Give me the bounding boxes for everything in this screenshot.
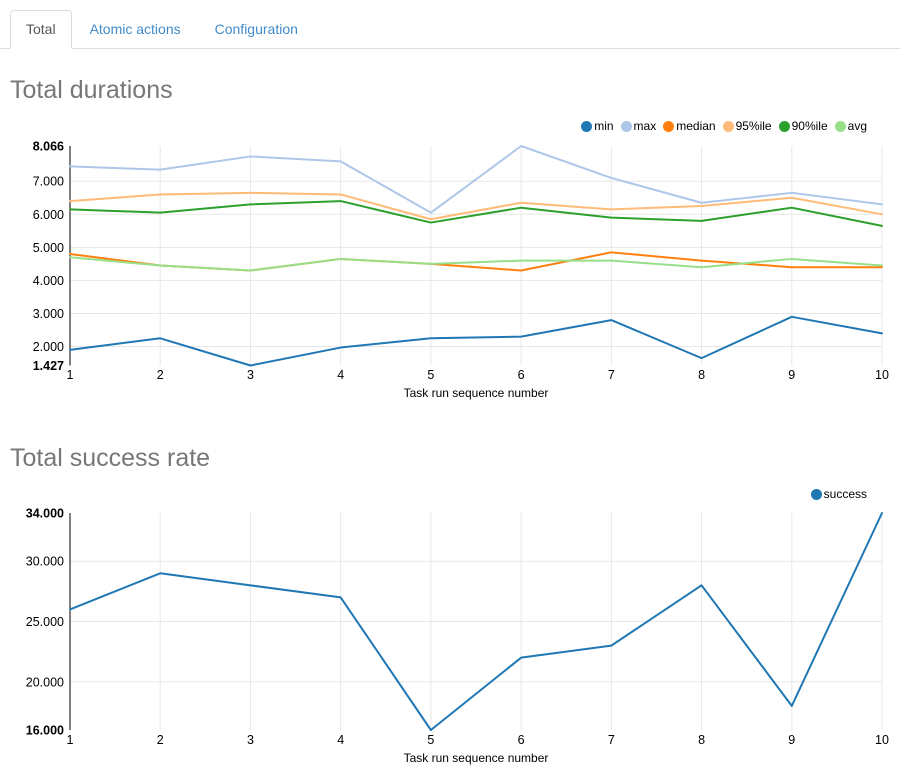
- svg-text:6: 6: [518, 733, 525, 747]
- svg-text:8.066: 8.066: [33, 140, 64, 154]
- svg-text:3.000: 3.000: [33, 307, 64, 321]
- legend-item-label: median: [676, 119, 715, 133]
- legend-item-median[interactable]: median: [663, 119, 715, 133]
- legend-item-label: 90%ile: [792, 119, 828, 133]
- legend-item-label: max: [634, 119, 657, 133]
- durations-chart[interactable]: 8.066 7.000 6.000 5.000 4.000 3.000 2.000 1.427…: [0, 135, 900, 407]
- legend-item-min[interactable]: min: [581, 119, 613, 133]
- svg-text:7: 7: [608, 733, 615, 747]
- y-axis-labels: 34.000 30.000 25.000 20.000 16.000: [26, 507, 64, 738]
- svg-text:9: 9: [788, 733, 795, 747]
- svg-text:8: 8: [698, 733, 705, 747]
- series-line-min: [70, 317, 882, 366]
- legend-dot-icon: [621, 121, 632, 132]
- legend-item-90ile[interactable]: 90%ile: [779, 119, 828, 133]
- legend-item-label: success: [824, 487, 867, 501]
- svg-text:9: 9: [788, 368, 795, 382]
- x-axis-labels: 1 2 3 4 5 6 7 8 9 10: [67, 733, 889, 747]
- durations-legend: min max median 95%ile 90%ile avg: [0, 117, 867, 135]
- legend-dot-icon: [663, 121, 674, 132]
- x-axis-title: Task run sequence number: [404, 386, 549, 400]
- svg-text:16.000: 16.000: [26, 724, 64, 738]
- legend-dot-icon: [723, 121, 734, 132]
- legend-item-label: min: [594, 119, 613, 133]
- svg-text:25.000: 25.000: [26, 615, 64, 629]
- svg-text:10: 10: [875, 368, 889, 382]
- svg-text:34.000: 34.000: [26, 507, 64, 521]
- legend-item-avg[interactable]: avg: [835, 119, 867, 133]
- legend-item-95ile[interactable]: 95%ile: [723, 119, 772, 133]
- svg-text:5: 5: [427, 733, 434, 747]
- svg-text:2: 2: [157, 733, 164, 747]
- svg-text:1.427: 1.427: [33, 359, 64, 373]
- svg-text:5: 5: [427, 368, 434, 382]
- tab-atomic-actions[interactable]: Atomic actions: [74, 10, 197, 49]
- legend-item-label: avg: [848, 119, 867, 133]
- svg-text:4.000: 4.000: [33, 274, 64, 288]
- svg-text:1: 1: [67, 733, 74, 747]
- svg-text:10: 10: [875, 733, 889, 747]
- legend-item-label: 95%ile: [736, 119, 772, 133]
- legend-dot-icon: [835, 121, 846, 132]
- tab-configuration[interactable]: Configuration: [199, 10, 314, 49]
- durations-chart-title: Total durations: [10, 77, 900, 104]
- series-line-max: [70, 146, 882, 213]
- svg-text:7: 7: [608, 368, 615, 382]
- x-axis-labels: 1 2 3 4 5 6 7 8 9 10: [67, 368, 889, 382]
- svg-text:30.000: 30.000: [26, 555, 64, 569]
- y-axis-labels: 8.066 7.000 6.000 5.000 4.000 3.000 2.000 1.427: [33, 140, 64, 374]
- legend-item-max[interactable]: max: [621, 119, 657, 133]
- svg-text:3: 3: [247, 368, 254, 382]
- svg-text:1: 1: [67, 368, 74, 382]
- x-axis-title: Task run sequence number: [404, 751, 549, 765]
- svg-text:2: 2: [157, 368, 164, 382]
- success-rate-chart[interactable]: 34.00030.00025.00020.00016.0001234567891…: [0, 503, 900, 771]
- success-legend: success: [0, 485, 867, 503]
- svg-text:2.000: 2.000: [33, 340, 64, 354]
- legend-item-success[interactable]: success: [811, 487, 867, 501]
- svg-text:8: 8: [698, 368, 705, 382]
- svg-text:6.000: 6.000: [33, 208, 64, 222]
- tab-total[interactable]: Total: [10, 10, 72, 49]
- report-tab-bar: Total Atomic actions Configuration: [0, 10, 900, 49]
- svg-text:5.000: 5.000: [33, 241, 64, 255]
- success-rate-chart-title: Total success rate: [10, 445, 900, 472]
- svg-text:7.000: 7.000: [33, 175, 64, 189]
- svg-text:4: 4: [337, 733, 344, 747]
- series-line-90ile: [70, 201, 882, 226]
- legend-dot-icon: [779, 121, 790, 132]
- svg-text:20.000: 20.000: [26, 675, 64, 689]
- svg-text:6: 6: [518, 368, 525, 382]
- legend-dot-icon: [811, 489, 822, 500]
- svg-text:3: 3: [247, 733, 254, 747]
- legend-dot-icon: [581, 121, 592, 132]
- svg-text:4: 4: [337, 368, 344, 382]
